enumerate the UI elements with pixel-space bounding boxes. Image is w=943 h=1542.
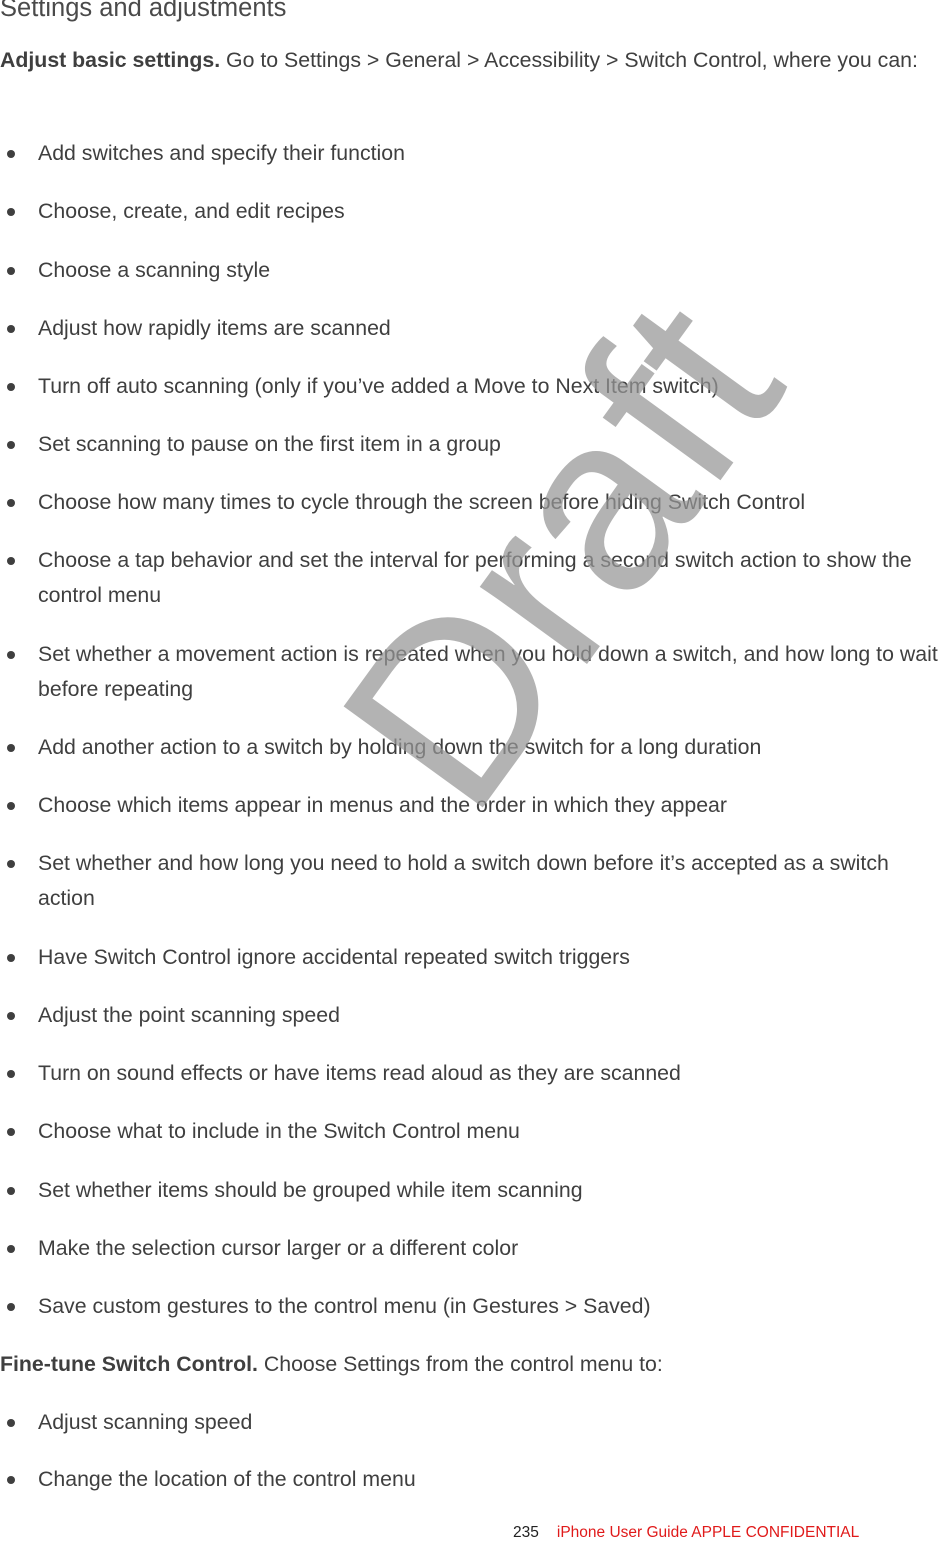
finetune-bold-lead: Fine-tune Switch Control.	[0, 1352, 258, 1376]
guide-label: iPhone User Guide APPLE CONFIDENTIAL	[556, 1524, 860, 1541]
bullet-icon	[7, 1187, 15, 1195]
bullet-icon	[7, 1476, 15, 1484]
bullet-icon	[7, 744, 15, 752]
list-item: Add another action to a switch by holdin…	[0, 730, 943, 765]
list-item: Choose what to include in the Switch Con…	[0, 1114, 943, 1149]
list-item: Adjust how rapidly items are scanned	[0, 311, 943, 346]
bullet-icon	[7, 1419, 15, 1427]
intro-bold-lead: Adjust basic settings.	[0, 48, 221, 72]
bullet-icon	[7, 150, 15, 158]
list-item: Make the selection cursor larger or a di…	[0, 1231, 943, 1266]
list-item: Set scanning to pause on the first item …	[0, 427, 943, 462]
page-number: 235	[513, 1524, 539, 1541]
bullet-icon	[7, 267, 15, 275]
bullet-icon	[7, 1128, 15, 1136]
list-item: Adjust scanning speed	[0, 1405, 943, 1440]
list-item: Have Switch Control ignore accidental re…	[0, 940, 943, 975]
list-item: Adjust the point scanning speed	[0, 998, 943, 1033]
bullet-icon	[7, 1012, 15, 1020]
list-item: Turn off auto scanning (only if you’ve a…	[0, 369, 943, 404]
intro-paragraph: Adjust basic settings. Go to Settings > …	[0, 43, 943, 78]
bullet-icon	[7, 802, 15, 810]
bullet-icon	[7, 441, 15, 449]
list-item: Turn on sound effects or have items read…	[0, 1056, 943, 1091]
bullet-icon	[7, 1303, 15, 1311]
intro-text: Go to Settings > General > Accessibility…	[220, 48, 918, 72]
list-item: Set whether and how long you need to hol…	[0, 846, 943, 916]
list-item: Choose a scanning style	[0, 253, 943, 288]
bullet-icon	[7, 954, 15, 962]
bullet-icon	[7, 383, 15, 391]
list-item: Choose how many times to cycle through t…	[0, 485, 943, 520]
bullet-icon	[7, 499, 15, 507]
bullet-icon	[7, 557, 15, 565]
list-item: Change the location of the control menu	[0, 1462, 943, 1497]
list-item: Set whether a movement action is repeate…	[0, 637, 943, 707]
page-footer: 235 iPhone User Guide APPLE CONFIDENTIAL	[513, 1524, 859, 1542]
finetune-text: Choose Settings from the control menu to…	[257, 1352, 663, 1376]
bullet-icon	[7, 1070, 15, 1078]
bullet-icon	[7, 651, 15, 659]
list-item: Add switches and specify their function	[0, 136, 943, 171]
finetune-paragraph: Fine-tune Switch Control. Choose Setting…	[0, 1347, 943, 1382]
bullet-icon	[7, 1245, 15, 1253]
bullet-icon	[7, 325, 15, 333]
list-item: Choose which items appear in menus and t…	[0, 788, 943, 823]
list-item: Choose, create, and edit recipes	[0, 194, 943, 229]
list-item: Save custom gestures to the control menu…	[0, 1289, 943, 1324]
bullet-icon	[7, 860, 15, 868]
list-item: Choose a tap behavior and set the interv…	[0, 543, 943, 613]
bullet-icon	[7, 208, 15, 216]
page-heading: Settings and adjustments	[0, 0, 287, 22]
list-item: Set whether items should be grouped whil…	[0, 1173, 943, 1208]
